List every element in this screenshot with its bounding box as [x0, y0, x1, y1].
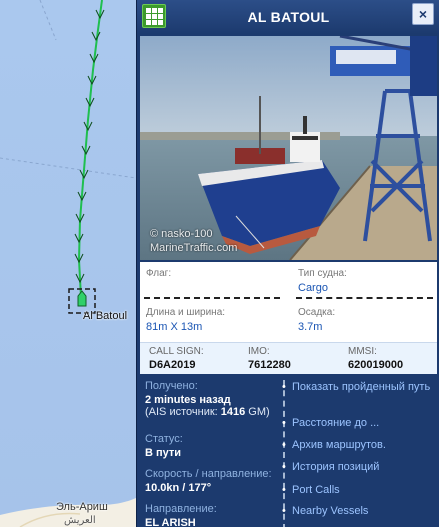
city-label: Эль-Ариш	[56, 501, 108, 513]
speed-field: Скорость / направление: 10.0kn / 177°	[145, 468, 272, 494]
status-field: Статус: В пути	[145, 433, 183, 459]
vessel-name-title: AL BATOUL	[247, 9, 330, 25]
port-calls-link[interactable]: Port Calls	[282, 484, 340, 496]
callsign-field: CALL SIGN: D6A2019	[149, 346, 204, 371]
imo-field: IMO: 7612280	[248, 346, 291, 371]
imo-label: IMO:	[248, 346, 270, 357]
nearby-vessels-link[interactable]: Nearby Vessels	[282, 505, 368, 517]
position-history-link[interactable]: История позиций	[282, 461, 380, 473]
vessel-details: Флаг: Тип судна: Cargo Длина и ширина: 8…	[140, 262, 437, 342]
vessel-photo[interactable]: © nasko-100 MarineTraffic.com	[140, 36, 437, 260]
draught-value: 3.7m	[298, 321, 323, 333]
vessel-info-panel: AL BATOUL × © nasko-100 MarineTraffic.co…	[136, 0, 439, 527]
size-label: Длина и ширина:	[146, 307, 226, 318]
photo-credit-site: MarineTraffic.com	[150, 242, 238, 254]
size-field: Длина и ширина: 81m X 13m	[146, 307, 225, 333]
close-button[interactable]: ×	[412, 3, 434, 25]
type-label: Тип судна:	[298, 268, 347, 279]
callsign-value: D6A2019	[149, 359, 196, 371]
destination-field: Направление: EL ARISH	[145, 503, 217, 527]
type-value: Cargo	[298, 282, 328, 294]
type-field: Тип судна: Cargo	[298, 268, 347, 294]
status-value: В пути	[145, 447, 182, 459]
ship-track-line	[77, 0, 103, 298]
size-value: 81m X 13m	[146, 321, 203, 333]
callsign-label: CALL SIGN:	[149, 346, 204, 357]
imo-value: 7612280	[248, 359, 291, 371]
ship-map-label[interactable]: Al Batoul	[83, 310, 127, 322]
speed-label: Скорость / направление:	[145, 468, 272, 480]
ais-source: (AIS источник: 1416 GM)	[145, 406, 270, 418]
flag-field: Флаг:	[146, 268, 171, 282]
received-field: Получено: 2 minutes назад (AIS источник:…	[145, 380, 270, 418]
photo-credit-author: © nasko-100	[150, 228, 213, 240]
panel-header: AL BATOUL ×	[137, 0, 439, 34]
destination-value: EL ARISH	[145, 517, 196, 527]
mmsi-value: 620019000	[348, 359, 404, 371]
status-label: Статус:	[145, 433, 183, 445]
mmsi-field: MMSI: 620019000	[348, 346, 403, 371]
distance-to-link[interactable]: Расстояние до ...	[282, 417, 379, 429]
track-arrow-icons	[74, 9, 105, 284]
route-archive-link[interactable]: Архив маршрутов.	[282, 439, 386, 451]
flag-label: Флаг:	[146, 268, 172, 279]
draught-label: Осадка:	[298, 307, 336, 318]
received-label: Получено:	[145, 380, 198, 392]
speed-value: 10.0kn / 177°	[145, 482, 212, 494]
received-value: 2 minutes назад	[145, 394, 231, 406]
divider	[296, 297, 433, 299]
vessel-status: Получено: 2 minutes назад (AIS источник:…	[140, 374, 437, 527]
city-label-arabic: العريش	[64, 515, 96, 526]
divider	[144, 297, 280, 299]
vessel-identifiers: CALL SIGN: D6A2019 IMO: 7612280 MMSI: 62…	[140, 342, 437, 374]
mmsi-label: MMSI:	[348, 346, 377, 357]
draught-field: Осадка: 3.7m	[298, 307, 335, 333]
destination-label: Направление:	[145, 503, 217, 515]
show-track-link[interactable]: Показать пройденный путь	[282, 380, 432, 394]
